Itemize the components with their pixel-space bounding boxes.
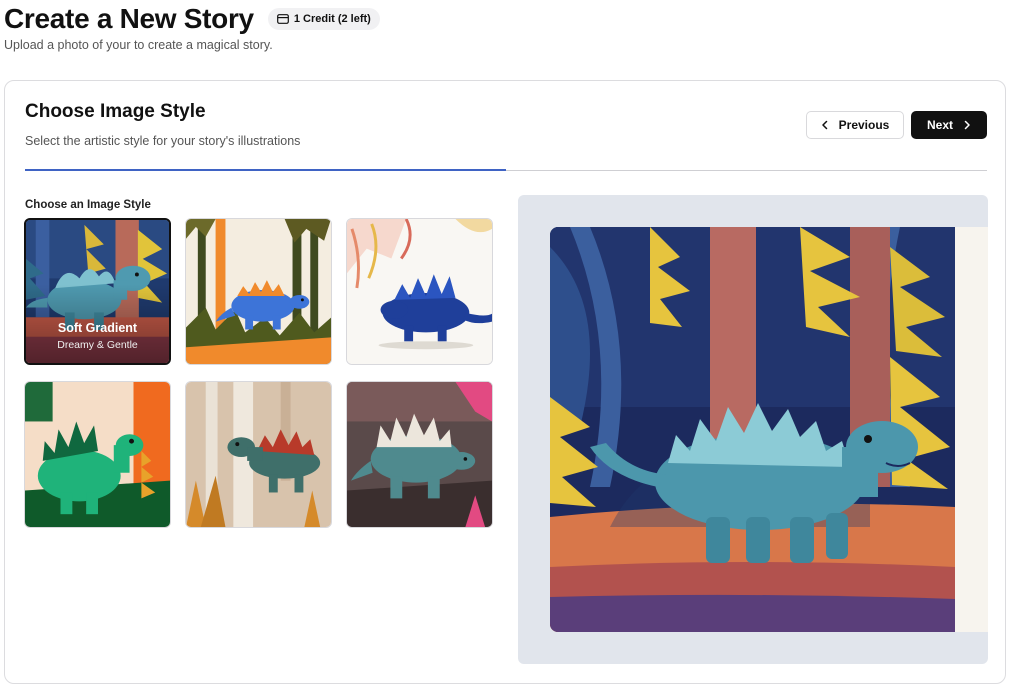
title-row: Create a New Story 1 Credit (2 left) [4, 2, 1014, 36]
next-button-label: Next [926, 118, 953, 132]
chevron-left-icon [821, 120, 827, 130]
credit-badge-label: 1 Credit (2 left) [293, 13, 371, 25]
chevron-right-icon [964, 120, 970, 130]
style-option-description: Dreamy & Gentle [57, 339, 138, 351]
previous-button-label: Previous [838, 118, 890, 132]
page-title: Create a New Story [4, 3, 254, 34]
step-progress-fill [25, 169, 506, 171]
style-option-textured-muted[interactable] [185, 381, 332, 528]
style-thumbnail-image [186, 219, 331, 364]
credit-badge: 1 Credit (2 left) [267, 8, 380, 30]
style-thumbnail-image [186, 382, 331, 527]
style-preview-image [550, 227, 955, 632]
style-section-label: Choose an Image Style [25, 199, 151, 211]
style-option-bold-flat[interactable] [24, 381, 171, 528]
style-thumbnail-image [347, 382, 492, 527]
style-thumbnail-image [347, 219, 492, 364]
next-button[interactable]: Next [911, 111, 987, 139]
style-thumbnail-image [25, 382, 170, 527]
story-wizard-card: Choose Image Style Select the artistic s… [4, 80, 1006, 684]
style-preview-panel [518, 195, 988, 664]
previous-button[interactable]: Previous [806, 111, 904, 139]
style-option-jungle-flat[interactable] [185, 218, 332, 365]
style-option-soft-gradient[interactable]: Soft Gradient Dreamy & Gentle [24, 218, 171, 365]
style-option-risograph[interactable] [346, 381, 493, 528]
page-subtitle: Upload a photo of your to create a magic… [4, 38, 273, 52]
credit-card-icon [276, 14, 289, 24]
preview-next-slide-edge [955, 227, 988, 632]
step-title: Choose Image Style [25, 101, 206, 122]
style-option-caption: Soft Gradient Dreamy & Gentle [26, 220, 169, 363]
step-progress-track [25, 169, 987, 171]
page-header: Create a New Story 1 Credit (2 left) Upl… [4, 2, 1014, 52]
style-option-name: Soft Gradient [57, 321, 138, 335]
style-option-toy-figure[interactable] [346, 218, 493, 365]
style-preview-illustration [550, 227, 955, 632]
step-subtitle: Select the artistic style for your story… [25, 134, 301, 148]
